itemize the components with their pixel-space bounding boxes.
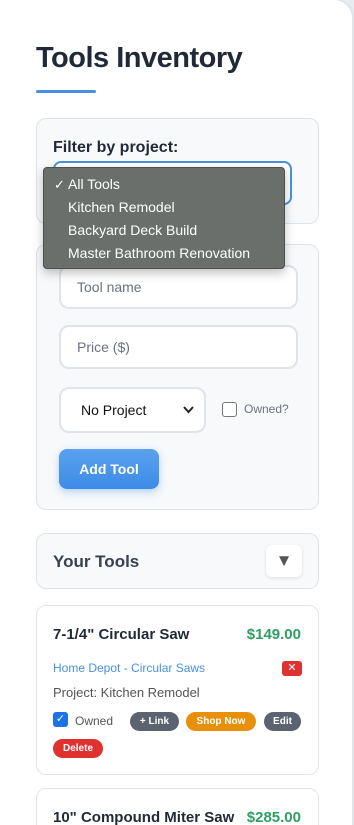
tool-store-link[interactable]: Home Depot - Circular Saws: [53, 661, 205, 675]
dropdown-option-master-bathroom-renovation[interactable]: Master Bathroom Renovation: [44, 242, 284, 265]
triangle-down-icon: ▼: [275, 551, 293, 570]
owned-label: Owned: [75, 714, 114, 728]
dropdown-option-all-tools[interactable]: ✓ All Tools: [44, 173, 284, 196]
dropdown-option-kitchen-remodel[interactable]: Kitchen Remodel: [44, 196, 284, 219]
add-tool-form: Tool name Price ($) No Project Owned? Ad…: [36, 244, 319, 510]
add-link-button[interactable]: + Link: [130, 712, 179, 731]
page-title: Tools Inventory: [36, 42, 243, 74]
collapse-toggle-button[interactable]: ▼: [266, 545, 302, 577]
tool-name-input[interactable]: Tool name: [59, 265, 298, 309]
check-icon: ✓: [55, 713, 66, 725]
tool-card: 7-1/4" Circular Saw $149.00 Home Depot -…: [36, 605, 319, 775]
delete-button[interactable]: Delete: [53, 739, 103, 758]
close-icon: ✕: [287, 662, 297, 674]
project-select[interactable]: No Project: [59, 387, 206, 433]
project-select-value: No Project: [81, 402, 147, 418]
tool-price-input[interactable]: Price ($): [59, 325, 298, 369]
tool-card: 10" Compound Miter Saw $285.00: [36, 788, 319, 825]
dropdown-option-backyard-deck-build[interactable]: Backyard Deck Build: [44, 219, 284, 242]
filter-label: Filter by project:: [53, 139, 179, 156]
dropdown-option-label: All Tools: [68, 176, 120, 192]
remove-link-button[interactable]: ✕: [282, 661, 302, 676]
owned-checkbox-checked[interactable]: ✓: [53, 712, 68, 727]
edit-button[interactable]: Edit: [264, 712, 301, 731]
your-tools-header: Your Tools ▼: [36, 533, 319, 589]
your-tools-title: Your Tools: [53, 552, 140, 571]
tool-price: $149.00: [246, 626, 301, 643]
tool-project: Project: Kitchen Remodel: [53, 685, 200, 700]
add-tool-button[interactable]: Add Tool: [59, 449, 159, 489]
project-filter-dropdown: ✓ All Tools Kitchen Remodel Backyard Dec…: [43, 167, 285, 269]
owned-checkbox[interactable]: [222, 402, 237, 417]
owned-checkbox-label: Owned?: [244, 402, 289, 416]
title-underline: [36, 90, 96, 93]
tool-name: 7-1/4" Circular Saw: [53, 626, 190, 643]
chevron-down-icon: [183, 389, 194, 449]
shop-now-button[interactable]: Shop Now: [186, 712, 256, 731]
tools-inventory-card: Tools Inventory Filter by project: Tool …: [0, 0, 352, 825]
check-icon: ✓: [54, 177, 65, 192]
tool-name: 10" Compound Miter Saw: [53, 809, 235, 825]
tool-price: $285.00: [246, 809, 301, 825]
